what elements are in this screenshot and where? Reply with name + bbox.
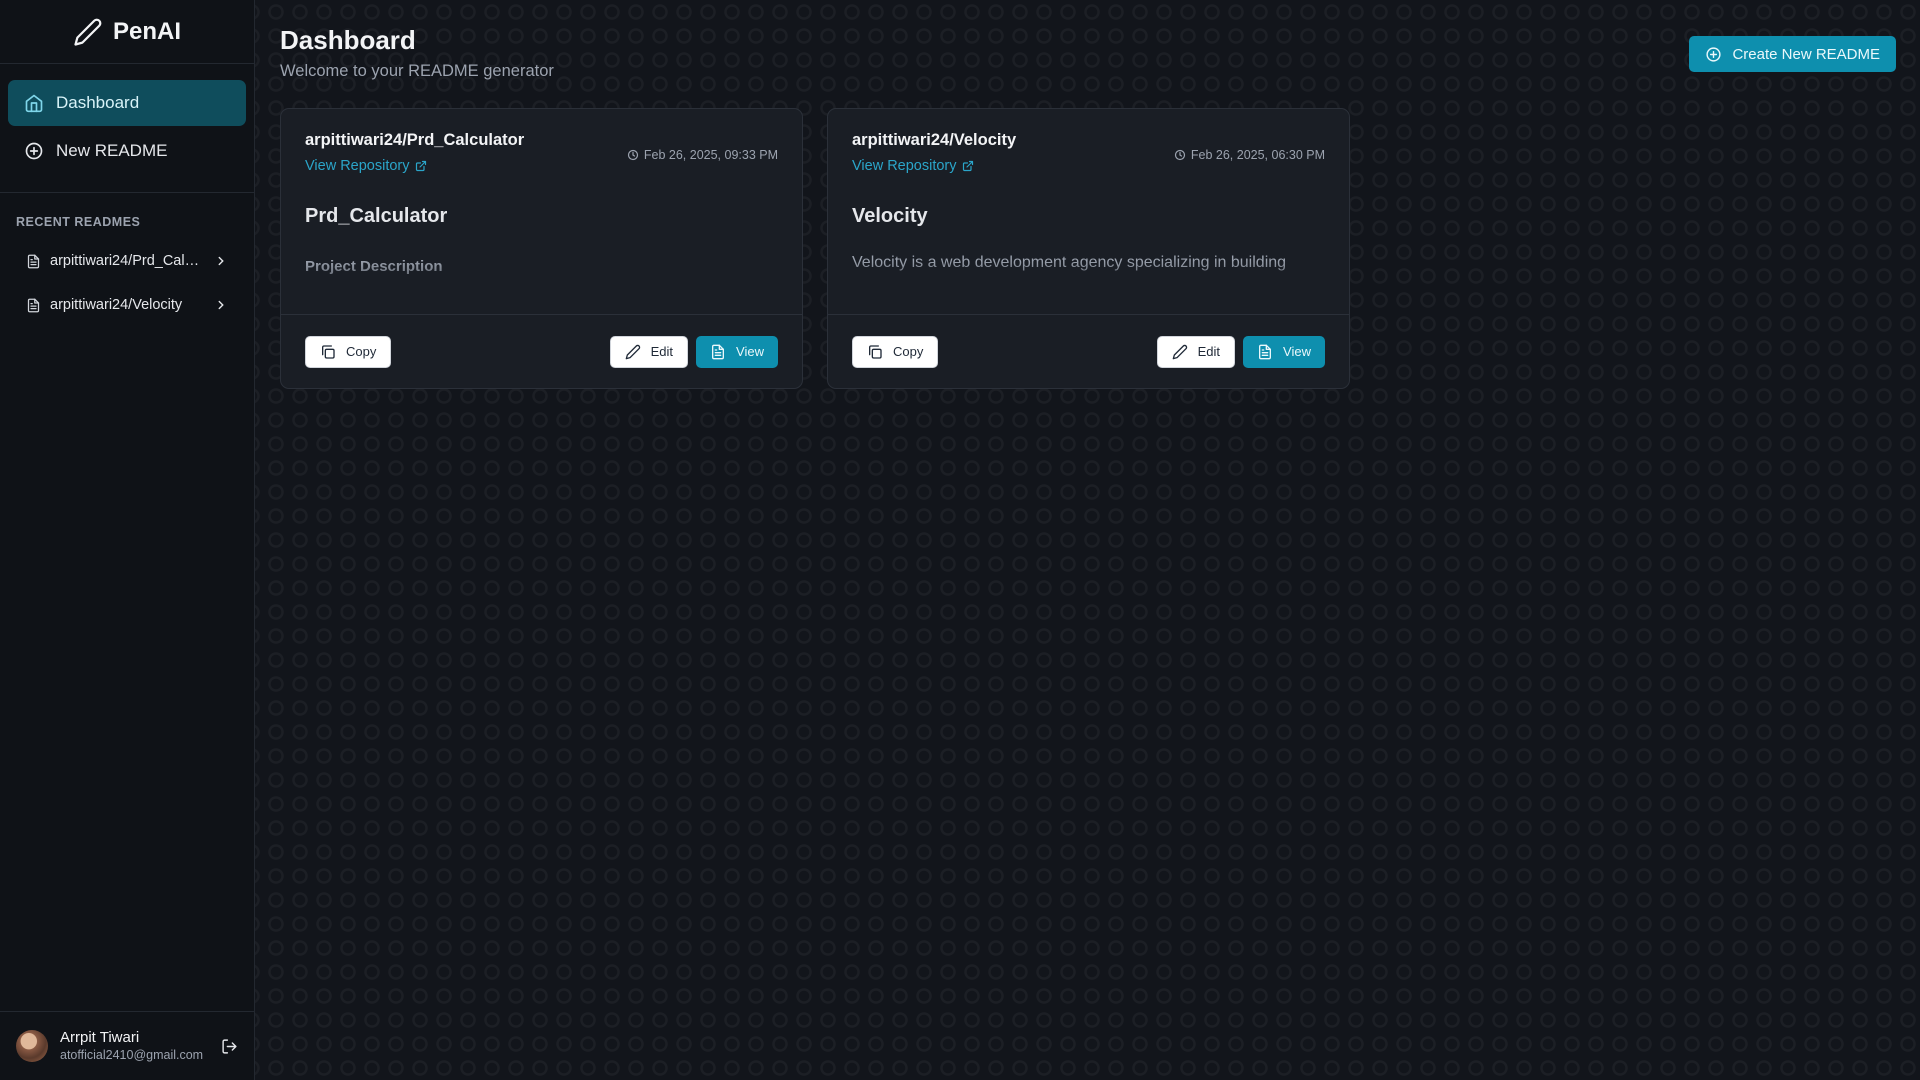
view-button[interactable]: View — [696, 335, 778, 368]
home-icon — [24, 93, 44, 113]
brand-name: PenAI — [112, 17, 181, 45]
view-repository-label: View Repository — [852, 158, 957, 174]
user-profile: Arrpit Tiwari atofficial2410@gmail.com — [0, 1011, 254, 1080]
pencil-icon — [625, 344, 641, 360]
file-text-icon — [710, 344, 726, 360]
readme-card: arpittiwari24/Velocity View Repository F… — [827, 108, 1350, 389]
recent-item-label: arpittiwari24/Velocity — [50, 297, 183, 313]
page-title: Dashboard — [280, 25, 416, 55]
view-repository-link[interactable]: View Repository — [852, 158, 974, 174]
recent-item[interactable]: arpittiwari24/Prd_Calcu... — [0, 239, 254, 283]
external-link-icon — [415, 160, 427, 172]
file-text-icon — [1257, 344, 1273, 360]
preview-title: Prd_Calculator — [305, 205, 448, 227]
nav-item-label: New README — [56, 141, 168, 160]
nav-item-new-readme[interactable]: New README — [8, 128, 246, 174]
readme-preview: Velocity Velocity is a web development a… — [828, 175, 1349, 300]
copy-button[interactable]: Copy — [852, 335, 939, 368]
pen-icon — [73, 17, 103, 47]
edit-label: Edit — [650, 344, 674, 359]
copy-label: Copy — [346, 344, 377, 359]
file-text-icon — [26, 254, 41, 269]
repo-name: arpittiwari24/Velocity — [852, 131, 1017, 149]
preview-title: Velocity — [852, 205, 928, 227]
view-label: View — [736, 344, 764, 359]
recent-item-label: arpittiwari24/Prd_Calcu... — [50, 253, 205, 269]
brand[interactable]: PenAI — [0, 0, 254, 64]
clock-icon — [627, 149, 639, 161]
file-text-icon — [26, 298, 41, 313]
edit-label: Edit — [1197, 344, 1221, 359]
view-repository-label: View Repository — [305, 158, 410, 174]
created-date: Feb 26, 2025, 09:33 PM — [627, 134, 778, 175]
preview-text: Velocity is a web development agency spe… — [852, 254, 1287, 271]
view-button[interactable]: View — [1243, 335, 1325, 368]
recent-readmes-title: RECENT READMES — [16, 215, 141, 229]
avatar[interactable] — [16, 1030, 48, 1062]
plus-circle-icon — [24, 141, 44, 161]
card-actions: Copy Edit View — [828, 314, 1349, 388]
sidebar: PenAI Dashboard New README RECENT README… — [0, 0, 255, 1080]
date-text: Feb 26, 2025, 06:30 PM — [1190, 147, 1325, 162]
preview-subheading: Project Description — [305, 258, 443, 275]
repo-name: arpittiwari24/Prd_Calculator — [305, 131, 525, 149]
readme-card: arpittiwari24/Prd_Calculator View Reposi… — [280, 108, 803, 389]
create-button-label: Create New README — [1732, 45, 1880, 63]
edit-button[interactable]: Edit — [1156, 335, 1236, 368]
view-repository-link[interactable]: View Repository — [305, 158, 427, 174]
nav-item-label: Dashboard — [56, 93, 140, 112]
copy-button[interactable]: Copy — [305, 335, 392, 368]
readme-preview: Prd_Calculator Project Description — [281, 175, 802, 300]
copy-icon — [320, 344, 336, 360]
view-label: View — [1283, 344, 1311, 359]
created-date: Feb 26, 2025, 06:30 PM — [1174, 134, 1325, 175]
date-text: Feb 26, 2025, 09:33 PM — [643, 147, 778, 162]
plus-circle-icon — [1705, 46, 1722, 63]
external-link-icon — [962, 160, 974, 172]
user-email: atofficial2410@gmail.com — [60, 1048, 204, 1062]
edit-button[interactable]: Edit — [609, 335, 689, 368]
main-nav: Dashboard New README — [0, 64, 254, 193]
page-subtitle: Welcome to your README generator — [280, 62, 554, 80]
user-info: Arrpit Tiwari atofficial2410@gmail.com — [60, 1029, 209, 1063]
create-new-readme-button[interactable]: Create New README — [1689, 36, 1896, 72]
nav-item-dashboard[interactable]: Dashboard — [8, 80, 246, 126]
card-actions: Copy Edit View — [281, 314, 802, 388]
chevron-right-icon — [214, 298, 228, 312]
chevron-right-icon — [214, 254, 228, 268]
recent-item[interactable]: arpittiwari24/Velocity — [0, 283, 254, 327]
pencil-icon — [1172, 344, 1188, 360]
copy-label: Copy — [893, 344, 924, 359]
user-name: Arrpit Tiwari — [60, 1029, 140, 1046]
logout-icon[interactable] — [221, 1038, 238, 1055]
copy-icon — [867, 344, 883, 360]
main-content: Dashboard Welcome to your README generat… — [256, 0, 1920, 1080]
clock-icon — [1174, 149, 1186, 161]
readme-cards: arpittiwari24/Prd_Calculator View Reposi… — [280, 108, 1350, 389]
